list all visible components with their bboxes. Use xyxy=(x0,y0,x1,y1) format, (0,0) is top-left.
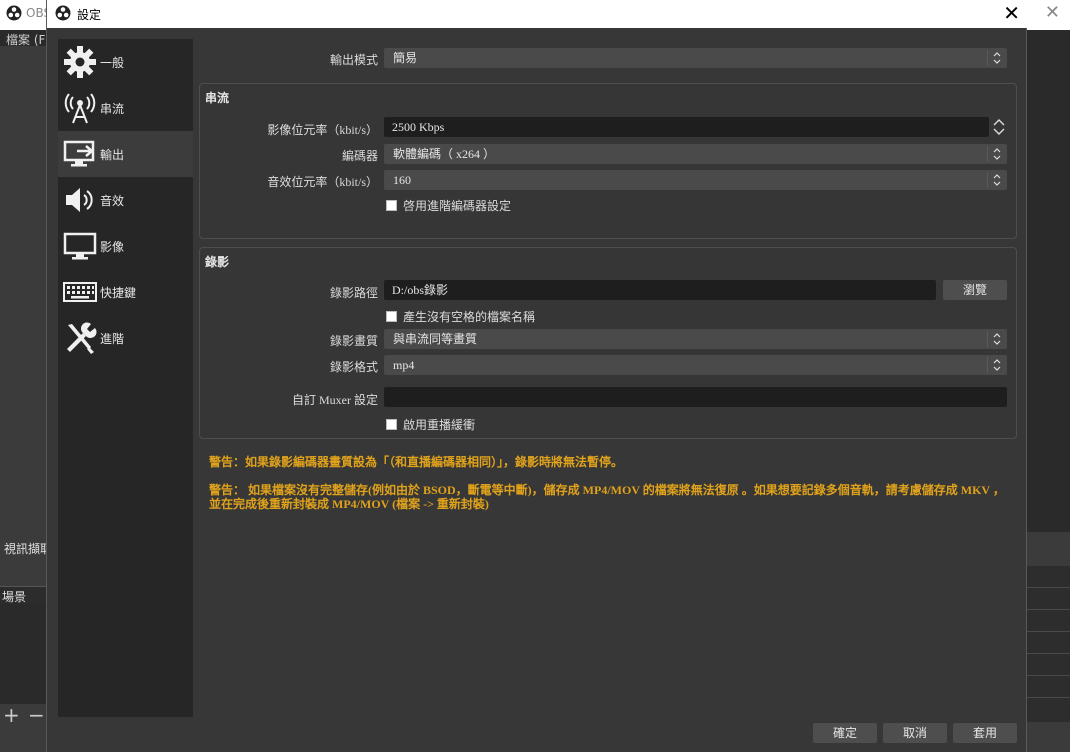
scenes-header: 場景 xyxy=(0,586,47,604)
mixer-rows xyxy=(1027,566,1070,722)
sidebar-item-label: 串流 xyxy=(100,101,125,116)
sidebar-item-general[interactable]: 一般 xyxy=(58,39,193,85)
video-capture-label: 視訊擷取 xyxy=(4,542,53,556)
obs-logo-icon xyxy=(6,5,22,21)
obs-logo-icon xyxy=(55,5,71,21)
streaming-group-title: 串流 xyxy=(205,91,230,105)
tools-icon xyxy=(60,320,100,356)
recording-format-value: mp4 xyxy=(393,358,415,372)
settings-sidebar: 一般 串流 輸出 音效 影像 快捷鍵 進階 xyxy=(58,39,193,717)
video-bitrate-label: 影像位元率（kbit/s） xyxy=(267,123,378,137)
recording-quality-label: 錄影畫質 xyxy=(329,334,378,348)
output-mode-label: 輸出模式 xyxy=(329,53,378,67)
apply-button[interactable]: 套用 xyxy=(953,723,1017,743)
encoder-value: 軟體編碼（ x264 ） xyxy=(393,147,496,161)
scenes-label: 場景 xyxy=(2,590,27,604)
audio-bitrate-value: 160 xyxy=(393,173,411,187)
no-space-filename-label: 產生沒有空格的檔案名稱 xyxy=(403,310,536,324)
sidebar-item-label: 快捷鍵 xyxy=(100,285,137,300)
advanced-encoder-label: 啓用進階編碼器設定 xyxy=(403,199,512,213)
sidebar-item-label: 一般 xyxy=(100,55,125,70)
recording-format-label: 錄影格式 xyxy=(329,360,378,374)
add-scene-icon[interactable]: + xyxy=(3,703,20,727)
sidebar-item-label: 輸出 xyxy=(100,147,125,162)
broadcast-icon xyxy=(60,90,100,126)
chevron-updown-icon xyxy=(987,50,1005,66)
main-left-panel: 視訊擷取 場景 + − xyxy=(0,46,52,752)
monitor-icon xyxy=(60,228,100,264)
checkbox-box xyxy=(386,419,397,430)
recording-quality-select[interactable]: 與串流同等畫質 xyxy=(384,329,1007,349)
output-monitor-icon xyxy=(60,136,100,172)
advanced-encoder-checkbox[interactable]: 啓用進階編碼器設定 xyxy=(386,197,511,214)
cancel-button[interactable]: 取消 xyxy=(883,723,947,743)
no-space-filename-checkbox[interactable]: 產生沒有空格的檔案名稱 xyxy=(386,308,535,325)
replay-buffer-label: 啟用重播緩衝 xyxy=(403,418,476,432)
ok-button[interactable]: 確定 xyxy=(813,723,877,743)
recording-group-title: 錄影 xyxy=(205,255,230,269)
chevron-updown-icon xyxy=(987,331,1005,347)
main-window-close-icon[interactable]: ✕ xyxy=(1045,2,1060,23)
browse-button[interactable]: 瀏覽 xyxy=(943,280,1007,300)
close-icon[interactable]: ✕ xyxy=(1003,1,1020,25)
recording-quality-value: 與串流同等畫質 xyxy=(393,332,478,346)
custom-muxer-input[interactable] xyxy=(384,387,1007,407)
output-mode-select[interactable]: 簡易 xyxy=(384,48,1007,68)
sidebar-item-output[interactable]: 輸出 xyxy=(58,131,193,177)
sidebar-item-label: 音效 xyxy=(100,193,125,208)
settings-titlebar: 設定 ✕ xyxy=(47,0,1028,28)
sidebar-item-label: 影像 xyxy=(100,239,125,254)
output-mode-value: 簡易 xyxy=(393,51,418,65)
recording-path-label: 錄影路徑 xyxy=(329,286,378,300)
sidebar-item-hotkeys[interactable]: 快捷鍵 xyxy=(58,269,193,315)
chevron-updown-icon xyxy=(987,146,1005,162)
sidebar-item-advanced[interactable]: 進階 xyxy=(58,315,193,361)
output-settings-panel: 輸出模式 簡易 串流 影像位元率（kbit/s） 2500 Kbps 編碼器 軟… xyxy=(193,39,1023,719)
custom-muxer-label: 自訂 Muxer 設定 xyxy=(292,393,378,407)
remove-scene-icon[interactable]: − xyxy=(28,703,45,727)
encoder-label: 編碼器 xyxy=(341,149,378,163)
sidebar-item-audio[interactable]: 音效 xyxy=(58,177,193,223)
video-bitrate-value: 2500 Kbps xyxy=(392,120,445,134)
speaker-icon xyxy=(60,182,100,218)
audio-bitrate-label: 音效位元率（kbit/s） xyxy=(267,175,378,189)
warning-mp4: 警告： 如果檔案沒有完整儲存(例如由於 BSOD，斷電等中斷)，儲存成 MP4/… xyxy=(209,483,1005,511)
sidebar-item-label: 進階 xyxy=(100,331,125,346)
recording-format-select[interactable]: mp4 xyxy=(384,355,1007,375)
sidebar-item-video[interactable]: 影像 xyxy=(58,223,193,269)
recording-path-input[interactable]: D:/obs錄影 xyxy=(384,280,936,300)
keyboard-icon xyxy=(60,274,100,310)
video-bitrate-input[interactable]: 2500 Kbps xyxy=(384,117,989,137)
settings-title: 設定 xyxy=(77,8,102,22)
main-right-panel xyxy=(1027,46,1070,752)
recording-path-value: D:/obs錄影 xyxy=(392,283,449,297)
video-bitrate-spinner[interactable] xyxy=(991,117,1007,137)
chevron-updown-icon xyxy=(987,172,1005,188)
chevron-updown-icon xyxy=(987,357,1005,373)
preview-area xyxy=(1027,46,1070,532)
checkbox-box xyxy=(386,311,397,322)
scene-list[interactable] xyxy=(0,604,47,704)
sidebar-item-stream[interactable]: 串流 xyxy=(58,85,193,131)
audio-bitrate-select[interactable]: 160 xyxy=(384,170,1007,190)
gear-icon xyxy=(60,44,100,80)
warning-pause: 警告：如果錄影編碼器畫質設為「（和直播編碼器相同）」，錄影時將無法暫停。 xyxy=(209,455,624,469)
replay-buffer-checkbox[interactable]: 啟用重播緩衝 xyxy=(386,416,475,433)
encoder-select[interactable]: 軟體編碼（ x264 ） xyxy=(384,144,1007,164)
settings-dialog: 設定 ✕ 一般 串流 輸出 音效 影像 快捷鍵 進階 輸出模式 簡易 串流 影像… xyxy=(46,0,1028,752)
checkbox-box xyxy=(386,200,397,211)
